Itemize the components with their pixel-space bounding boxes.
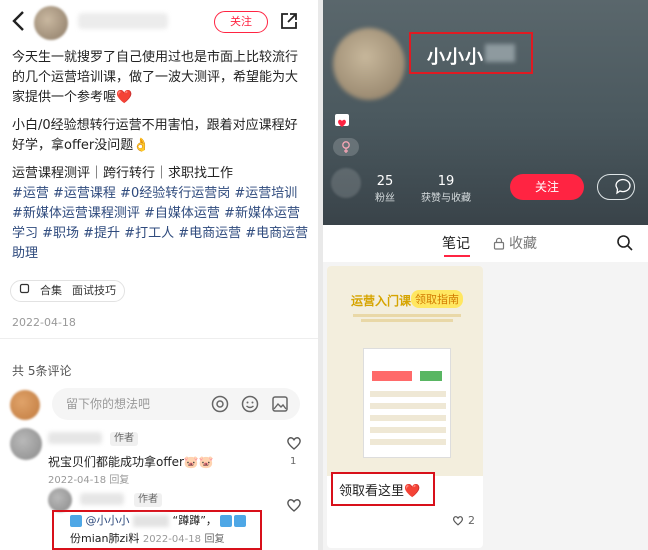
image-icon[interactable] <box>270 394 290 414</box>
mention-icon[interactable] <box>210 394 230 414</box>
reply-date: 2022-04-18 <box>142 534 201 545</box>
highlighted-name: 小小小 <box>409 32 533 74</box>
highlighted-caption: 领取看这里❤️ <box>331 472 435 506</box>
reply-line-2: 份mian肺zi料 2022-04-18 回复 <box>54 530 260 549</box>
heart-icon <box>453 516 463 526</box>
comment-count: 共 5条评论 <box>12 364 72 378</box>
gender-icon <box>333 138 359 156</box>
profile-follow-button[interactable]: 关注 <box>510 174 584 200</box>
mention-name-blurred <box>133 515 169 527</box>
note-meta-line: 运营课程测评｜跨行转行｜求职找工作 <box>12 166 234 181</box>
commenter-name-blurred <box>48 432 102 444</box>
highlighted-reply: @小小小 “蹲蹲”， 份mian肺zi料 2022-04-18 回复 <box>52 510 262 550</box>
author-tag: 作者 <box>110 432 138 446</box>
reply-avatar[interactable] <box>48 488 72 512</box>
note-paragraph-1: 今天生一就搜罗了自己使用过也是市面上比较流行的几个运营培训课，做了一波大测评，希… <box>12 50 299 105</box>
reply-link[interactable]: 回复 <box>109 475 129 486</box>
chat-icon <box>615 178 631 195</box>
divider <box>0 338 318 339</box>
profile-name-blurred <box>485 44 515 62</box>
secondary-avatar <box>331 168 361 198</box>
note-topbar: 关注 <box>0 0 318 44</box>
comment-date: 2022-04-18 <box>48 475 107 486</box>
cover-phone-mockup <box>363 348 451 458</box>
heart-icon[interactable] <box>285 496 303 514</box>
emoji-icon[interactable] <box>240 394 260 414</box>
tab-collect[interactable]: 收藏 <box>493 233 537 253</box>
collection-label: 合集 <box>40 284 62 297</box>
comment-input-placeholder: 留下你的想法吧 <box>66 397 151 411</box>
my-avatar <box>10 390 40 420</box>
likes-count: 19 <box>437 174 455 189</box>
note-cover-image: 运营入门课 领取指南 <box>327 266 483 476</box>
note-caption: 领取看这里❤️ <box>339 484 421 499</box>
profile-name: 小小小 <box>427 47 484 68</box>
screenshot-root: 关注 今天生一就搜罗了自己使用过也是市面上比较流行的几个运营培训课，做了一波大测… <box>0 0 648 550</box>
active-tab-indicator <box>444 255 470 257</box>
reply-text-1: “蹲蹲”， <box>172 514 217 527</box>
note-card[interactable]: 运营入门课 领取指南 领取看这里❤️ 2 <box>327 266 483 548</box>
reply-line-1: @小小小 “蹲蹲”， <box>54 512 260 530</box>
note-like[interactable]: 2 <box>451 514 475 527</box>
comment-input[interactable]: 留下你的想法吧 <box>52 388 300 420</box>
search-icon[interactable] <box>615 233 635 253</box>
tab-collect-label: 收藏 <box>509 236 537 252</box>
author-avatar[interactable] <box>34 6 68 40</box>
collection-icon <box>19 281 30 301</box>
number-emoji-icon <box>70 515 82 527</box>
note-like-count: 2 <box>468 514 475 527</box>
note-content: 今天生一就搜罗了自己使用过也是市面上比较流行的几个运营培训课，做了一波大测评，希… <box>12 48 310 264</box>
note-detail-panel: 关注 今天生一就搜罗了自己使用过也是市面上比较流行的几个运营培训课，做了一波大测… <box>0 0 318 550</box>
commenter-avatar[interactable] <box>10 428 42 460</box>
comment-text: 祝宝贝们都能成功拿offer🐷🐷 <box>48 455 214 469</box>
reply-name-blurred <box>80 493 124 505</box>
profile-tabs: 笔记 收藏 <box>323 225 648 261</box>
post-date: 2022-04-18 <box>12 316 76 329</box>
tab-notes[interactable]: 笔记 <box>442 233 470 253</box>
profile-panel: 小小小 25 粉丝 19 获赞与收藏 关注 笔记 收藏 运营入门课 领取指南 领… <box>323 0 648 550</box>
reply-mention[interactable]: @小小小 <box>86 514 130 527</box>
cover-badge: 领取指南 <box>411 290 463 308</box>
likes-stat[interactable]: 19 获赞与收藏 <box>421 174 471 204</box>
cover-title: 运营入门课 <box>351 294 412 308</box>
profile-header: 小小小 25 粉丝 19 获赞与收藏 关注 <box>323 0 648 225</box>
note-hashtags[interactable]: #运营 #运营课程 #0经验转行运营岗 #运营培训 #新媒体运营课程测评 #自媒… <box>12 184 310 264</box>
reply-link[interactable]: 回复 <box>204 534 224 545</box>
lock-icon <box>493 237 505 250</box>
message-button[interactable] <box>597 174 635 200</box>
author-name-blurred <box>78 13 168 29</box>
author-tag: 作者 <box>134 493 162 507</box>
topic-label: 面试技巧 <box>72 284 116 297</box>
back-arrow-icon[interactable] <box>8 8 30 34</box>
notes-feed: 运营入门课 领取指南 领取看这里❤️ 2 <box>323 262 648 550</box>
reply-text-2: 份mian肺zi料 <box>70 532 140 545</box>
number-emoji-icon <box>234 515 247 527</box>
note-paragraph-2: 小白/0经验想转行运营不用害怕，跟着对应课程好好学，拿offer没问题👌 <box>12 118 298 153</box>
comment-like-count: 1 <box>290 456 297 467</box>
likes-label: 获赞与收藏 <box>421 193 471 204</box>
fans-count: 25 <box>376 174 394 189</box>
heart-badge-icon <box>335 114 349 127</box>
heart-icon[interactable] <box>285 434 303 452</box>
profile-avatar[interactable] <box>333 28 405 100</box>
share-icon[interactable] <box>279 11 299 31</box>
number-emoji-icon <box>220 515 233 527</box>
fans-label: 粉丝 <box>375 193 395 204</box>
collection-chip[interactable]: 合集 面试技巧 <box>10 280 125 302</box>
follow-button[interactable]: 关注 <box>214 11 268 33</box>
cover-subtext-decoration <box>347 312 467 324</box>
comment-date-line: 2022-04-18 回复 <box>48 471 129 486</box>
fans-stat[interactable]: 25 粉丝 <box>375 174 395 204</box>
